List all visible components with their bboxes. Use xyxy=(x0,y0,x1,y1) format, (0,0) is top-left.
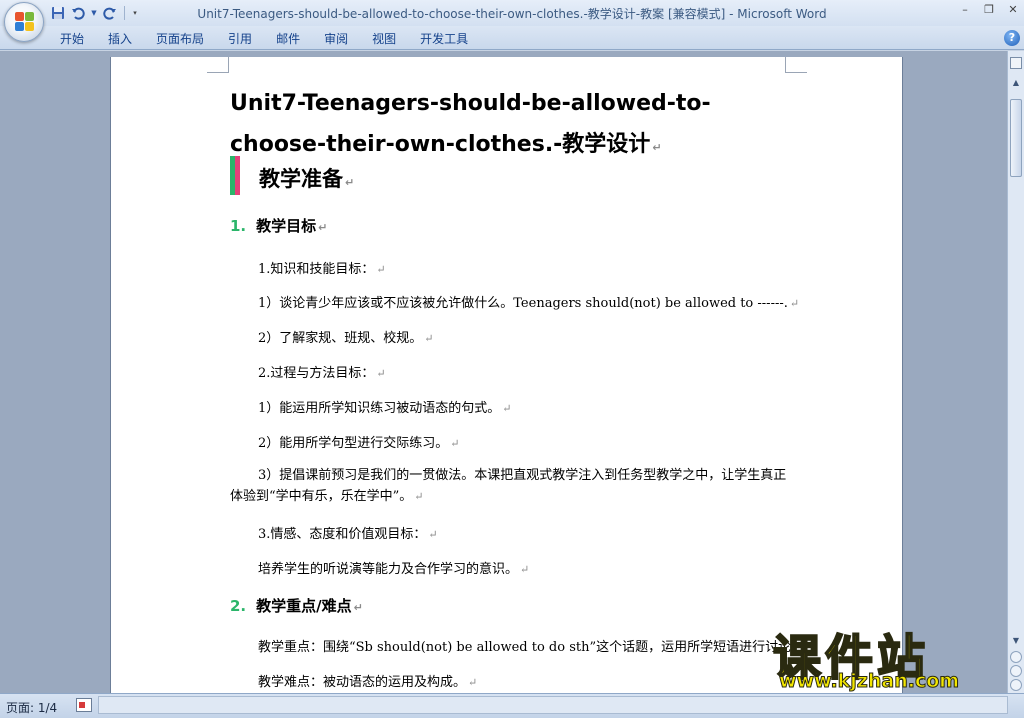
restore-button[interactable]: ❐ xyxy=(982,3,996,16)
tab-view[interactable]: 视图 xyxy=(360,30,408,48)
paragraph: 1）谈论青少年应该或不应该被允许做什么。Teenagers should(not… xyxy=(258,292,799,311)
tab-mailings[interactable]: 邮件 xyxy=(264,30,312,48)
paragraph-text: 1）谈论青少年应该或不应该被允许做什么。Teenagers should(not… xyxy=(258,296,788,311)
paragraph-mark: ↵ xyxy=(414,490,424,503)
paragraph: 教学难点：被动语态的运用及构成。 ↵ xyxy=(258,671,477,690)
scroll-up-icon[interactable]: ▲ xyxy=(1008,75,1024,91)
paragraph-mark: ↵ xyxy=(353,601,363,614)
paragraph-mark: ↵ xyxy=(376,367,386,380)
section-accent-bar xyxy=(230,156,241,195)
paragraph: 教学重点：围绕“Sb should(not) be allowed to do … xyxy=(258,636,791,655)
help-icon[interactable]: ? xyxy=(1004,30,1020,46)
paragraph-mark: ↵ xyxy=(450,437,460,450)
view-ruler-icon[interactable] xyxy=(1010,57,1022,69)
office-button[interactable] xyxy=(4,2,44,42)
heading-number: 1. xyxy=(230,217,247,235)
paragraph-mark: ↵ xyxy=(428,528,438,541)
paragraph-text: 教学难点：被动语态的运用及构成。 xyxy=(258,675,467,690)
scroll-thumb[interactable] xyxy=(1010,99,1022,177)
heading-text: 教学目标 xyxy=(256,217,317,235)
window-controls: – ❐ ✕ xyxy=(958,3,1020,16)
paragraph: 培养学生的听说演等能力及合作学习的意识。 ↵ xyxy=(258,558,529,577)
document-title: Unit7-Teenagers-should-be-allowed-to-cho… xyxy=(230,83,790,168)
heading-number: 2. xyxy=(230,597,247,615)
heading-goals: 1. 教学目标 ↵ xyxy=(230,215,327,236)
paragraph-mark: ↵ xyxy=(424,332,434,345)
watermark-logo: 课件站 www.kjzhan.com xyxy=(772,618,1007,693)
paragraph: 2）能用所学句型进行交际练习。 ↵ xyxy=(258,432,460,451)
status-bar: 页面: 1/4 xyxy=(0,693,1024,718)
paragraph: 2.过程与方法目标： ↵ xyxy=(258,362,386,381)
scroll-down-icon[interactable]: ▼ xyxy=(1008,633,1024,649)
paragraph: 1）能运用所学知识练习被动语态的句式。 ↵ xyxy=(258,397,512,416)
paragraph-mark: ↵ xyxy=(345,176,355,189)
document-page[interactable]: Unit7-Teenagers-should-be-allowed-to-cho… xyxy=(110,57,903,693)
document-workspace: Unit7-Teenagers-should-be-allowed-to-cho… xyxy=(0,51,1007,693)
paragraph-text: 1）能运用所学知识练习被动语态的句式。 xyxy=(258,401,501,416)
app-name: Microsoft Word xyxy=(737,7,827,21)
paragraph-mark: ↵ xyxy=(520,563,530,576)
tab-developer[interactable]: 开发工具 xyxy=(408,30,480,48)
horizontal-scrollbar[interactable] xyxy=(98,696,1008,714)
paragraph: 1.知识和技能目标： ↵ xyxy=(258,258,386,277)
paragraph-text: 1.知识和技能目标： xyxy=(258,262,375,277)
title-separator: - xyxy=(725,7,738,21)
margin-corner-top-right xyxy=(785,57,807,73)
paragraph: 2）了解家规、班规、校规。 ↵ xyxy=(258,327,434,346)
next-page-icon[interactable] xyxy=(1010,679,1022,691)
paragraph-mark: ↵ xyxy=(468,676,478,689)
paragraph-mark: ↵ xyxy=(652,141,662,154)
paragraph-text: 3）提倡课前预习是我们的一贯做法。本课把直观式教学注入到任务型教学之中，让学生真… xyxy=(230,468,787,504)
title-bar: ▼ ▾ Unit7-Teenagers-should-be-allowed-to… xyxy=(0,0,1024,42)
section-title: 教学准备 ↵ xyxy=(259,163,354,193)
previous-page-icon[interactable] xyxy=(1010,651,1022,663)
paragraph-text: 培养学生的听说演等能力及合作学习的意识。 xyxy=(258,562,519,577)
paragraph-mark: ↵ xyxy=(502,402,512,415)
heading-focus: 2. 教学重点/难点 ↵ xyxy=(230,595,363,616)
tab-review[interactable]: 审阅 xyxy=(312,30,360,48)
minimize-button[interactable]: – xyxy=(958,3,972,16)
paragraph-text: 2）了解家规、班规、校规。 xyxy=(258,331,423,346)
paragraph-mark: ↵ xyxy=(376,263,386,276)
office-logo-icon xyxy=(15,12,35,32)
paragraph-mark: ↵ xyxy=(789,297,800,310)
tab-insert[interactable]: 插入 xyxy=(96,30,144,48)
accent-pink xyxy=(235,156,240,195)
paragraph-mark: ↵ xyxy=(318,221,328,234)
paragraph-text: 3.情感、态度和价值观目标： xyxy=(258,527,427,542)
ribbon-tab-bar: 开始 插入 页面布局 引用 邮件 审阅 视图 开发工具 ? xyxy=(0,26,1024,50)
close-button[interactable]: ✕ xyxy=(1006,3,1020,16)
paragraph-text: 2.过程与方法目标： xyxy=(258,366,375,381)
document-title-text: Unit7-Teenagers-should-be-allowed-to-cho… xyxy=(230,91,711,157)
browse-object-icon[interactable] xyxy=(1010,665,1022,677)
watermark-url: www.kjzhan.com xyxy=(778,670,960,693)
paragraph-text: 2）能用所学句型进行交际练习。 xyxy=(258,436,449,451)
paragraph: 3.情感、态度和价值观目标： ↵ xyxy=(258,523,438,542)
section-title-text: 教学准备 xyxy=(259,167,343,191)
window-title: Unit7-Teenagers-should-be-allowed-to-cho… xyxy=(0,5,1024,22)
margin-corner-top-left xyxy=(207,57,229,73)
page-count[interactable]: 页面: 1/4 xyxy=(6,699,57,716)
paragraph-text: 教学重点：围绕“Sb should(not) be allowed to do … xyxy=(258,640,792,655)
document-name: Unit7-Teenagers-should-be-allowed-to-cho… xyxy=(197,7,726,21)
tab-references[interactable]: 引用 xyxy=(216,30,264,48)
proofing-icon[interactable] xyxy=(76,698,92,712)
vertical-scrollbar[interactable]: ▲ ▼ xyxy=(1007,51,1024,693)
paragraph: 3）提倡课前预习是我们的一贯做法。本课把直观式教学注入到任务型教学之中，让学生真… xyxy=(230,465,790,507)
heading-text: 教学重点/难点 xyxy=(256,597,352,615)
tab-page-layout[interactable]: 页面布局 xyxy=(144,30,216,48)
tab-home[interactable]: 开始 xyxy=(48,30,96,48)
